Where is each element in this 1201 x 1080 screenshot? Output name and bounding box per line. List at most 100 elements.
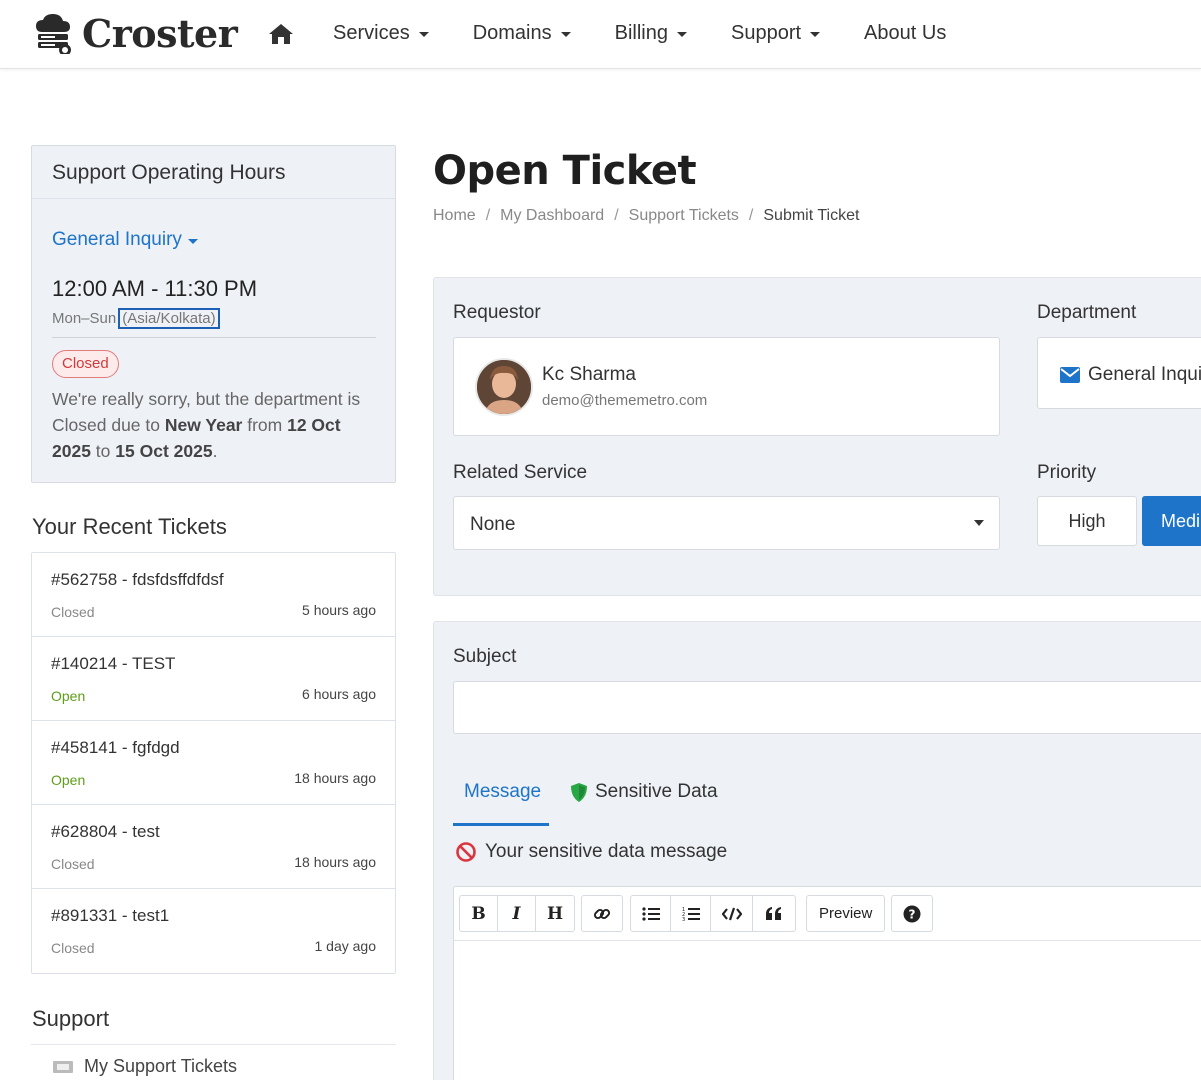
ticket-time: 1 day ago (314, 938, 377, 954)
message-editor[interactable]: B I H 1 2 3 Preview ? (453, 886, 1201, 1080)
toolbar-help-group: ? (891, 895, 933, 932)
code-icon (721, 907, 742, 920)
link-icon (593, 908, 611, 919)
department-dropdown[interactable]: General Inquiry (52, 229, 198, 251)
avatar (475, 358, 533, 416)
timezone-text: (Asia/Kolkata) (118, 308, 220, 329)
ticket-item[interactable]: #891331 - test1 Closed 1 day ago (32, 889, 395, 973)
nav-item-domains[interactable]: Domains (473, 22, 571, 45)
page-title: Open Ticket (433, 148, 697, 194)
quote-icon (766, 906, 781, 920)
ticket-title: #628804 - test (51, 822, 160, 841)
priority-high-button[interactable]: High (1037, 496, 1137, 546)
days-text: Mon–Sun (52, 310, 117, 327)
ticket-time: 6 hours ago (302, 686, 376, 702)
ticket-item[interactable]: #562758 - fdsfdsffdfdsf Closed 5 hours a… (32, 553, 395, 637)
nav-label: Domains (472, 22, 552, 44)
help-button[interactable]: ? (892, 896, 932, 931)
quote-button[interactable] (753, 896, 795, 931)
caret-down-icon (810, 32, 821, 37)
breadcrumb-separator: / (614, 207, 619, 224)
divider (52, 337, 376, 338)
tab-sensitive-data[interactable]: Sensitive Data (570, 781, 718, 803)
recent-tickets-title: Your Recent Tickets (32, 514, 227, 539)
nav-item-billing[interactable]: Billing (615, 22, 687, 45)
toolbar-format-group: B I H (459, 895, 575, 932)
subject-label: Subject (453, 646, 517, 667)
ticket-status: Closed (51, 604, 95, 620)
ticket-icon (53, 1060, 73, 1073)
breadcrumb-separator: / (748, 207, 754, 224)
numbered-list-button[interactable]: 1 2 3 (671, 896, 711, 931)
italic-button[interactable]: I (498, 896, 536, 931)
support-hours-title: Support Operating Hours (52, 161, 286, 184)
subject-input[interactable] (453, 681, 1201, 734)
ticket-item[interactable]: #628804 - test Closed 18 hours ago (32, 805, 395, 889)
hours-time: 12:00 AM - 11:30 PM (52, 276, 258, 301)
avatar-image (477, 360, 531, 414)
department-label: Department (1037, 302, 1137, 323)
requestor-email: demo@thememetro.com (542, 392, 708, 409)
to-date: 15 Oct 2025 (115, 441, 213, 461)
caret-down-icon (418, 32, 429, 37)
breadcrumb-home[interactable]: Home (433, 207, 476, 225)
nav-item-support[interactable]: Support (731, 22, 821, 45)
breadcrumb-support-tickets[interactable]: Support Tickets (629, 207, 739, 225)
bullet-list-button[interactable] (631, 896, 671, 931)
related-service-select[interactable]: None (453, 496, 1000, 550)
shield-icon (571, 782, 587, 802)
caret-down-icon (974, 520, 984, 526)
toolbar-preview-group: Preview (806, 895, 886, 932)
nav-label: About Us (864, 22, 947, 44)
ban-icon (456, 842, 476, 862)
ticket-status: Open (51, 772, 86, 788)
status-badge: Closed (52, 350, 119, 378)
breadcrumb: Home / My Dashboard / Support Tickets / … (433, 207, 859, 225)
department-value-text: General Inquiry (1088, 364, 1201, 385)
divider (32, 198, 395, 199)
requestor-label: Requestor (453, 302, 541, 323)
ticket-item[interactable]: #458141 - fgfdgd Open 18 hours ago (32, 721, 395, 805)
ticket-status: Open (51, 688, 86, 704)
numbered-list-icon: 1 2 3 (682, 907, 700, 922)
hours-days: Mon–Sun (Asia/Kolkata) (52, 308, 220, 329)
top-navbar: Croster Services Domains Billing Support… (0, 0, 1201, 69)
ticket-item[interactable]: #140214 - TEST Open 6 hours ago (32, 637, 395, 721)
requestor-name: Kc Sharma (542, 364, 636, 385)
question-icon: ? (903, 905, 921, 922)
bullet-list-icon (641, 906, 660, 921)
toolbar-divider (454, 940, 1201, 941)
ticket-title: #891331 - test1 (51, 906, 170, 925)
support-hours-card: Support Operating Hours General Inquiry … (31, 145, 396, 483)
message-panel: Subject Message Sensitive Data Your sens… (433, 621, 1201, 1080)
code-button[interactable] (711, 896, 753, 931)
envelope-icon (1060, 367, 1080, 383)
preview-button[interactable]: Preview (807, 896, 884, 931)
related-service-value: None (470, 514, 516, 535)
link-button[interactable] (582, 896, 622, 931)
ticket-status: Closed (51, 940, 95, 956)
divider (31, 1044, 396, 1045)
nav-label: Services (333, 22, 410, 44)
holiday-name: New Year (164, 415, 243, 435)
tab-label: Message (464, 781, 542, 802)
brand-logo[interactable]: Croster (32, 10, 238, 56)
caret-down-icon (187, 238, 198, 244)
nav-item-about-us[interactable]: About Us (864, 22, 946, 45)
heading-button[interactable]: H (536, 896, 574, 931)
department-select[interactable]: General Inquiry (1037, 337, 1201, 409)
caret-down-icon (560, 32, 571, 37)
ticket-info-panel: Requestor Kc Sharma demo@thememetro.com … (433, 277, 1201, 596)
tab-label: Sensitive Data (595, 781, 718, 802)
main-nav: Services Domains Billing Support About U… (333, 22, 990, 45)
bold-button[interactable]: B (460, 896, 498, 931)
breadcrumb-dashboard[interactable]: My Dashboard (500, 207, 604, 225)
my-support-tickets-link[interactable]: My Support Tickets (52, 1056, 237, 1077)
priority-medium-button[interactable]: Medium (1142, 496, 1201, 546)
ticket-title: #562758 - fdsfdsffdfdsf (51, 570, 224, 589)
ticket-status: Closed (51, 856, 95, 872)
nav-item-services[interactable]: Services (333, 22, 429, 45)
home-icon[interactable] (268, 22, 294, 46)
ticket-time: 18 hours ago (294, 854, 376, 870)
tab-message[interactable]: Message (464, 781, 541, 803)
